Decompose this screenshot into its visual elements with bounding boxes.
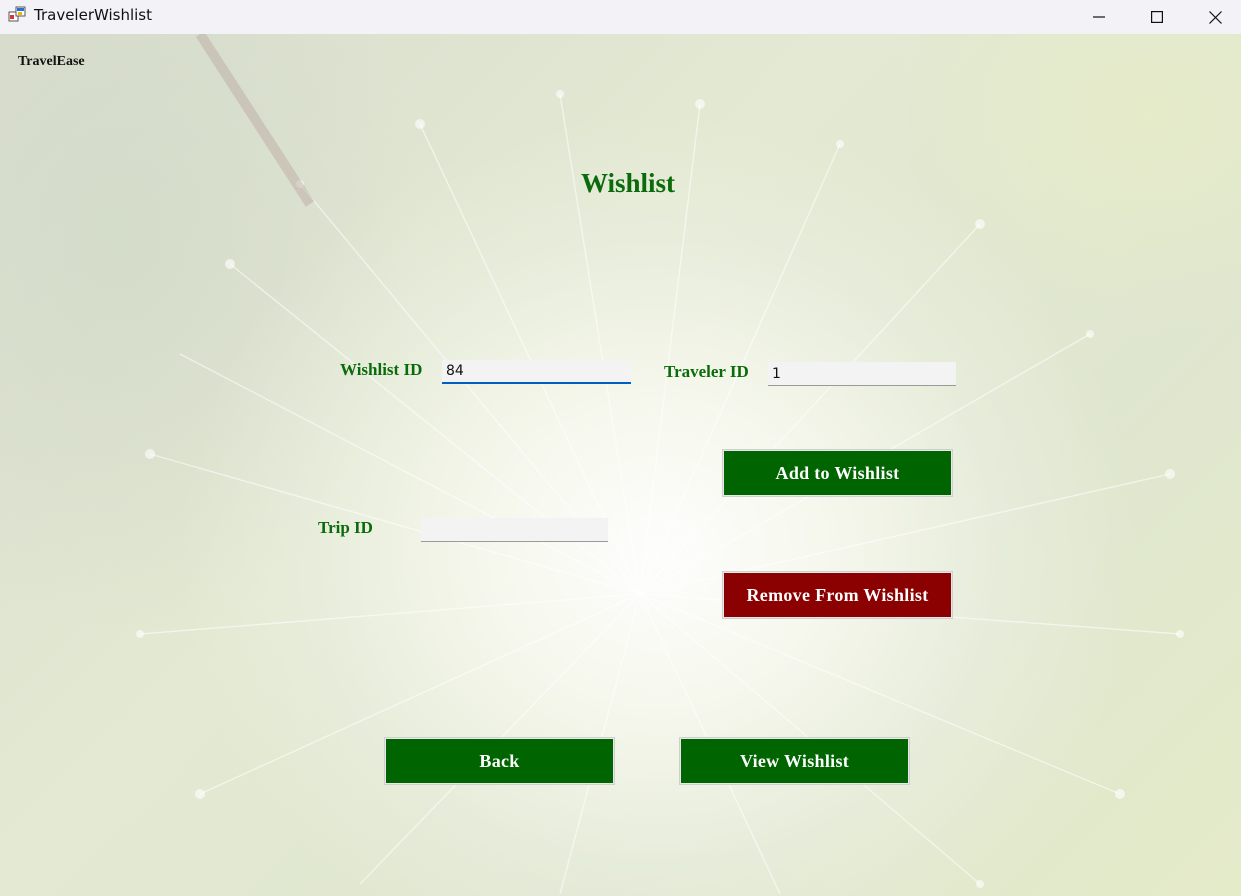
client-area: TravelEase Wishlist Wishlist ID Traveler… — [0, 34, 1241, 896]
remove-from-wishlist-button[interactable]: Remove From Wishlist — [723, 572, 952, 618]
trip-id-input[interactable] — [421, 518, 608, 542]
view-wishlist-button[interactable]: View Wishlist — [680, 738, 909, 784]
wishlist-id-label: Wishlist ID — [340, 360, 423, 379]
trip-id-label: Trip ID — [318, 518, 373, 537]
traveler-id-input[interactable] — [768, 362, 956, 386]
title-bar: TravelerWishlist — [0, 0, 1241, 34]
app-icon — [8, 6, 26, 24]
traveler-id-label: Traveler ID — [664, 362, 749, 381]
window-title: TravelerWishlist — [34, 6, 153, 24]
add-to-wishlist-button[interactable]: Add to Wishlist — [723, 450, 952, 496]
brand-label: TravelEase — [18, 54, 85, 69]
dandelion-background-image — [136, 34, 1184, 895]
wishlist-id-input[interactable] — [442, 360, 631, 384]
back-button[interactable]: Back — [385, 738, 614, 784]
maximize-icon — [1151, 11, 1163, 23]
minimize-button[interactable] — [1070, 0, 1128, 34]
maximize-button[interactable] — [1128, 0, 1186, 34]
close-button[interactable] — [1186, 0, 1241, 34]
minimize-icon — [1093, 16, 1105, 18]
close-icon — [1208, 10, 1222, 24]
page-title: Wishlist — [581, 168, 676, 198]
